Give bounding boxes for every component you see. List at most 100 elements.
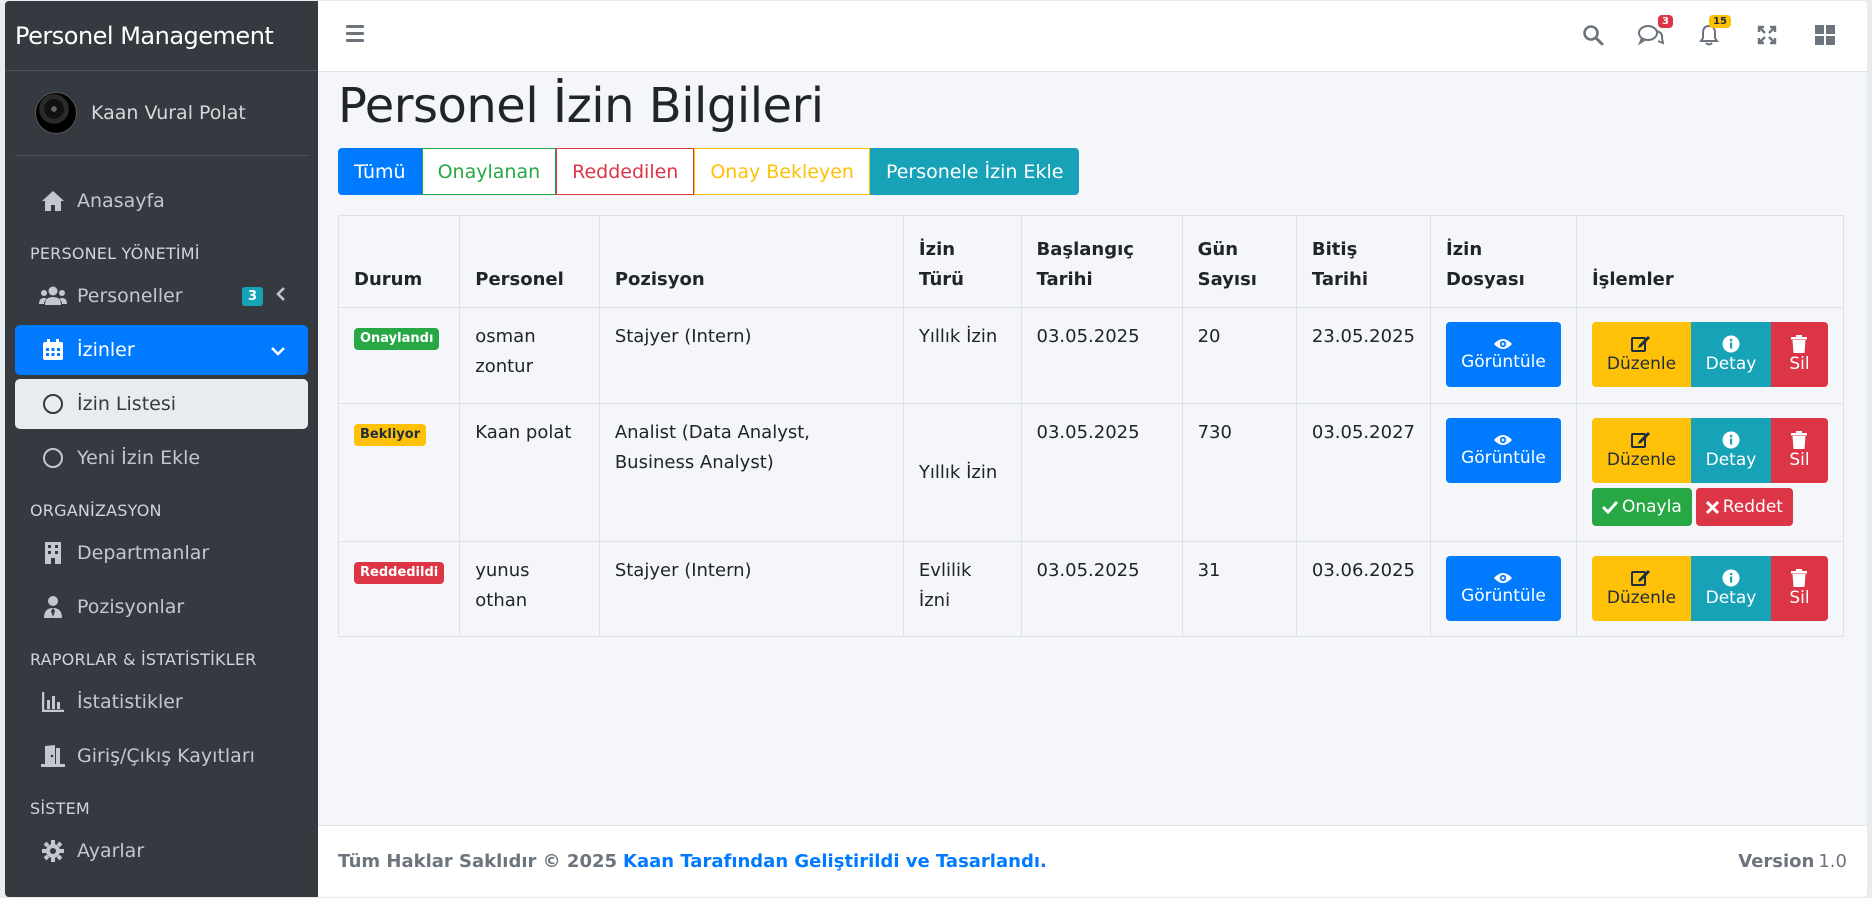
edit-label: Düzenle bbox=[1606, 587, 1677, 608]
col-header-personnel[interactable]: Personel bbox=[459, 215, 600, 308]
col-header-end-date[interactable]: Bitiş Tarihi bbox=[1295, 215, 1431, 308]
approve-button[interactable]: Onayla bbox=[1591, 488, 1692, 526]
trash-icon bbox=[1791, 430, 1808, 449]
cell-days: 20 bbox=[1181, 307, 1297, 404]
sidebar-item-settings[interactable]: Ayarlar bbox=[15, 826, 308, 876]
status-badge: Onaylandı bbox=[354, 328, 440, 350]
avatar bbox=[35, 92, 77, 134]
edit-button[interactable]: Düzenle bbox=[1591, 556, 1691, 621]
col-header-start-date[interactable]: Başlangıç Tarihi bbox=[1020, 215, 1183, 308]
chevron-left-icon bbox=[276, 285, 286, 307]
info-icon bbox=[1722, 335, 1740, 352]
topbar: 3 15 bbox=[318, 1, 1867, 72]
sidebar-item-personnel[interactable]: Personeller 3 bbox=[15, 271, 308, 321]
users-icon bbox=[39, 286, 67, 306]
detail-button[interactable]: Detay bbox=[1690, 322, 1771, 387]
sidebar-item-departments[interactable]: Departmanlar bbox=[15, 528, 308, 578]
apps-grid-icon[interactable] bbox=[1811, 21, 1839, 49]
nav-header-system: SİSTEM bbox=[30, 799, 90, 818]
trash-icon bbox=[1791, 334, 1808, 353]
gear-icon bbox=[39, 840, 67, 862]
delete-button[interactable]: Sil bbox=[1770, 556, 1828, 621]
home-icon bbox=[39, 190, 67, 212]
row-actions: Düzenle Detay Sil bbox=[1591, 322, 1828, 387]
add-leave-button[interactable]: Personele İzin Ekle bbox=[869, 148, 1080, 195]
col-header-actions[interactable]: İşlemler bbox=[1575, 215, 1845, 308]
cell-position: Stajyer (Intern) bbox=[598, 541, 904, 637]
notifications-count-badge: 15 bbox=[1709, 15, 1731, 28]
view-file-button[interactable]: Görüntüle bbox=[1445, 418, 1561, 483]
detail-button[interactable]: Detay bbox=[1690, 556, 1771, 621]
delete-button[interactable]: Sil bbox=[1770, 418, 1828, 483]
main-area: 3 15 Personel İzin Bilgileri Tümü Onayla… bbox=[318, 1, 1867, 897]
view-button-label: Görüntüle bbox=[1461, 585, 1546, 606]
footer-version: 1.0 bbox=[1818, 851, 1847, 872]
user-panel[interactable]: Kaan Vural Polat bbox=[15, 71, 308, 156]
reject-button[interactable]: Reddet bbox=[1695, 488, 1793, 526]
col-header-position[interactable]: Pozisyon bbox=[598, 215, 904, 308]
sidebar-item-label: İzin Listesi bbox=[77, 393, 177, 415]
user-tie-icon bbox=[39, 596, 67, 618]
topbar-icons: 3 15 bbox=[1579, 15, 1839, 49]
detail-label: Detay bbox=[1705, 449, 1757, 470]
bell-icon[interactable]: 15 bbox=[1695, 15, 1731, 49]
cell-position: Stajyer (Intern) bbox=[598, 307, 904, 404]
chevron-down-icon bbox=[270, 339, 286, 361]
building-icon bbox=[39, 542, 67, 564]
sidebar-item-label: Departmanlar bbox=[77, 542, 210, 564]
page-title: Personel İzin Bilgileri bbox=[338, 78, 824, 134]
cell-start-date: 03.05.2025 bbox=[1020, 541, 1183, 637]
filter-all-button[interactable]: Tümü bbox=[338, 148, 422, 195]
menu-toggle-icon[interactable] bbox=[346, 25, 364, 46]
info-icon bbox=[1722, 431, 1740, 448]
user-name[interactable]: Kaan Vural Polat bbox=[91, 102, 246, 124]
col-header-file[interactable]: İzin Dosyası bbox=[1429, 215, 1577, 308]
circle-icon bbox=[39, 448, 67, 468]
filter-approved-button[interactable]: Onaylanan bbox=[421, 148, 557, 195]
sidebar-item-leave-list[interactable]: İzin Listesi bbox=[15, 379, 308, 429]
sidebar-nav: Anasayfa PERSONEL YÖNETİMİ Personeller 3… bbox=[5, 156, 318, 876]
edit-button[interactable]: Düzenle bbox=[1591, 322, 1691, 387]
cell-leave-type: Yıllık İzin bbox=[902, 307, 1022, 404]
sidebar-item-leaves[interactable]: İzinler bbox=[15, 325, 308, 375]
detail-label: Detay bbox=[1705, 353, 1757, 374]
messages-icon[interactable]: 3 bbox=[1637, 15, 1673, 49]
detail-button[interactable]: Detay bbox=[1690, 418, 1771, 483]
cell-personnel: yunus othan bbox=[459, 541, 600, 637]
search-icon[interactable] bbox=[1579, 21, 1607, 49]
sidebar-item-home[interactable]: Anasayfa bbox=[15, 176, 308, 226]
filter-button-group: Tümü Onaylanan Reddedilen Onay Bekleyen … bbox=[338, 148, 1847, 195]
sidebar-item-new-leave[interactable]: Yeni İzin Ekle bbox=[15, 433, 308, 483]
view-button-label: Görüntüle bbox=[1461, 351, 1546, 372]
edit-button[interactable]: Düzenle bbox=[1591, 418, 1691, 483]
col-header-days[interactable]: Gün Sayısı bbox=[1181, 215, 1297, 308]
sidebar-item-statistics[interactable]: İstatistikler bbox=[15, 677, 308, 727]
fullscreen-icon[interactable] bbox=[1753, 21, 1781, 49]
sidebar: Personel Management Kaan Vural Polat Ana… bbox=[5, 1, 318, 897]
sidebar-item-positions[interactable]: Pozisyonlar bbox=[15, 582, 308, 632]
cell-end-date: 03.06.2025 bbox=[1295, 541, 1431, 637]
sidebar-item-label: İzinler bbox=[77, 339, 135, 361]
brand-title[interactable]: Personel Management bbox=[5, 1, 318, 71]
filter-rejected-button[interactable]: Reddedilen bbox=[556, 148, 695, 195]
sidebar-item-label: Anasayfa bbox=[77, 190, 165, 212]
delete-button[interactable]: Sil bbox=[1770, 322, 1828, 387]
col-header-leave-type[interactable]: İzin Türü bbox=[902, 215, 1022, 308]
row-actions: Düzenle Detay Sil bbox=[1591, 418, 1828, 483]
col-header-status[interactable]: Durum bbox=[337, 215, 461, 308]
cell-start-date: 03.05.2025 bbox=[1020, 307, 1183, 404]
info-icon bbox=[1722, 569, 1740, 586]
cell-personnel: osman zontur bbox=[459, 307, 600, 404]
cell-end-date: 03.05.2027 bbox=[1295, 403, 1431, 542]
cell-start-date: 03.05.2025 bbox=[1020, 403, 1183, 542]
view-file-button[interactable]: Görüntüle bbox=[1445, 556, 1561, 621]
door-open-icon bbox=[39, 745, 67, 767]
filter-pending-button[interactable]: Onay Bekleyen bbox=[694, 148, 870, 195]
sidebar-item-label: Pozisyonlar bbox=[77, 596, 185, 618]
edit-label: Düzenle bbox=[1606, 353, 1677, 374]
footer-credit-link[interactable]: Kaan Tarafından Geliştirildi ve Tasarlan… bbox=[623, 851, 1047, 872]
view-file-button[interactable]: Görüntüle bbox=[1445, 322, 1561, 387]
sidebar-item-entry-exit[interactable]: Giriş/Çıkış Kayıtları bbox=[15, 731, 308, 781]
edit-icon bbox=[1631, 431, 1651, 448]
nav-header-personnel: PERSONEL YÖNETİMİ bbox=[30, 244, 200, 263]
